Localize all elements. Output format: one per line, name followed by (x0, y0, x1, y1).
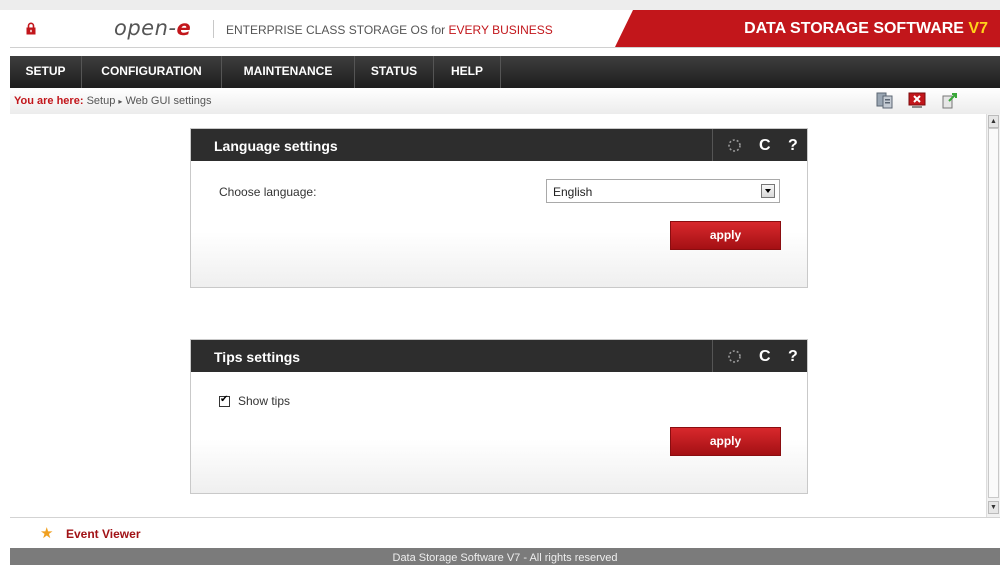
tagline-prefix: ENTERPRISE CLASS STORAGE OS for (226, 23, 449, 37)
breadcrumb-bar: You are here: Setup ▸ Web GUI settings (10, 88, 1000, 115)
logo-text: open-e (114, 16, 192, 40)
footer: Data Storage Software V7 - All rights re… (10, 548, 1000, 565)
brand-logo[interactable]: open-e (114, 16, 191, 40)
breadcrumb: You are here: Setup ▸ Web GUI settings (14, 95, 211, 107)
scroll-up-button[interactable]: ▲ (988, 115, 999, 128)
star-icon: ★ (40, 525, 54, 542)
server-icon[interactable] (875, 92, 893, 109)
choose-language-label: Choose language: (219, 185, 317, 199)
lock-icon (26, 22, 36, 35)
breadcrumb-separator: ▸ (118, 97, 123, 106)
language-select[interactable]: English (546, 179, 780, 203)
menu-status[interactable]: STATUS (355, 56, 434, 88)
header-divider (712, 340, 713, 372)
tagline-highlight: EVERY BUSINESS (448, 23, 553, 37)
product-banner: DATA STORAGE SOFTWARE V7 (615, 10, 1000, 47)
scroll-thumb[interactable] (988, 128, 999, 498)
tips-settings-panel: Tips settings C ? Show tips apply (190, 339, 808, 494)
vertical-scrollbar[interactable]: ▲ ▼ (986, 114, 1000, 517)
scroll-down-button[interactable]: ▼ (988, 501, 999, 514)
app-header: open-e ENTERPRISE CLASS STORAGE OS for E… (10, 10, 1000, 48)
panel-title: Tips settings (214, 349, 301, 365)
language-settings-panel: Language settings C ? Choose language: E… (190, 128, 808, 288)
menu-configuration[interactable]: CONFIGURATION (82, 56, 222, 88)
main-menu: SETUP CONFIGURATION MAINTENANCE STATUS H… (10, 56, 1000, 88)
menu-help[interactable]: HELP (434, 56, 501, 88)
product-name: DATA STORAGE SOFTWARE (744, 20, 969, 37)
selected-language: English (553, 185, 593, 199)
logout-icon[interactable] (940, 92, 958, 109)
help-icon[interactable]: ? (788, 348, 798, 366)
menu-setup[interactable]: SETUP (10, 56, 82, 88)
loading-spinner-icon (728, 139, 741, 152)
panel-header: Language settings C ? (191, 129, 807, 161)
event-viewer-link[interactable]: Event Viewer (66, 527, 140, 541)
language-apply-button[interactable]: apply (670, 221, 781, 250)
copyright-text: Data Storage Software V7 - All rights re… (392, 552, 618, 564)
refresh-icon[interactable]: C (759, 137, 771, 155)
breadcrumb-item-current: Web GUI settings (125, 95, 212, 107)
breadcrumb-item-setup[interactable]: Setup (87, 95, 116, 107)
content-area: Language settings C ? Choose language: E… (10, 114, 986, 517)
tips-apply-button[interactable]: apply (670, 427, 781, 456)
header-divider (712, 129, 713, 161)
help-icon[interactable]: ? (788, 137, 798, 155)
event-viewer-bar: ★ Event Viewer (10, 517, 1000, 549)
panel-header: Tips settings C ? (191, 340, 807, 372)
product-version: V7 (968, 20, 988, 37)
product-title: DATA STORAGE SOFTWARE V7 (744, 20, 988, 38)
logo-divider (213, 20, 214, 38)
tagline: ENTERPRISE CLASS STORAGE OS for EVERY BU… (226, 23, 553, 37)
refresh-icon[interactable]: C (759, 348, 771, 366)
panel-title: Language settings (214, 138, 338, 154)
breadcrumb-prefix: You are here: (14, 95, 84, 107)
chevron-down-icon[interactable] (761, 184, 775, 198)
menu-maintenance[interactable]: MAINTENANCE (222, 56, 355, 88)
show-tips-label[interactable]: Show tips (238, 394, 290, 408)
top-strip (0, 0, 1000, 10)
close-icon[interactable] (908, 92, 926, 109)
loading-spinner-icon (728, 350, 741, 363)
show-tips-checkbox[interactable] (219, 394, 230, 407)
